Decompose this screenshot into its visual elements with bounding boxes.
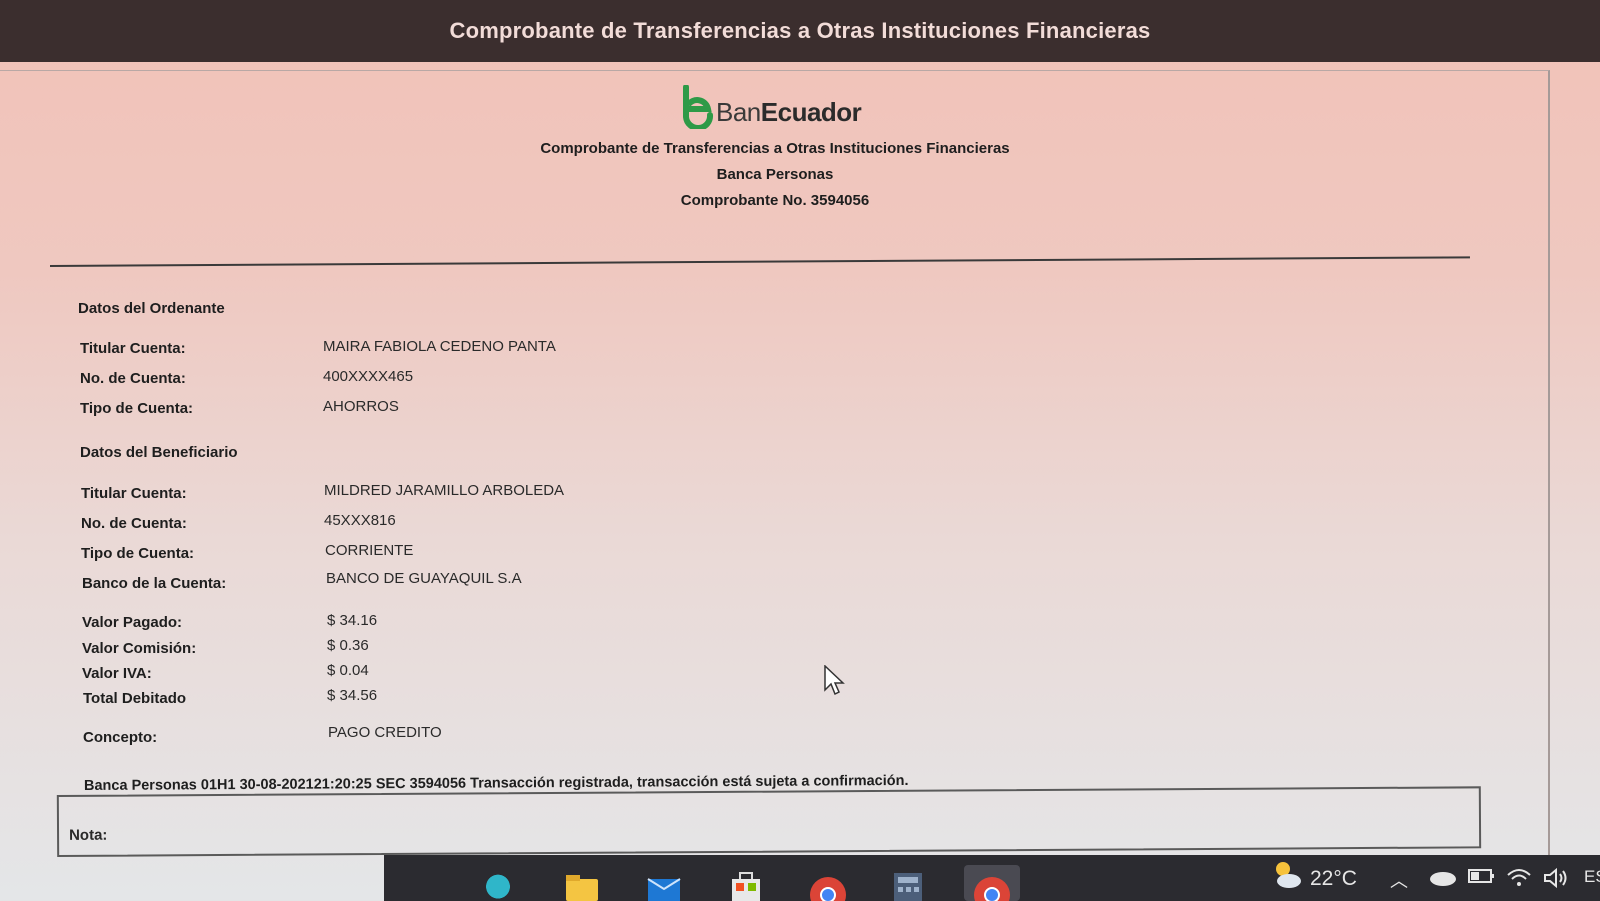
onedrive-icon[interactable] [1428, 867, 1458, 893]
valor-comision-value: $ 0.36 [327, 637, 369, 654]
beneficiario-cuenta-label: No. de Cuenta: [81, 515, 187, 532]
section-ordenante-title: Datos del Ordenante [78, 300, 225, 317]
beneficiario-banco-label: Banco de la Cuenta: [82, 575, 227, 592]
receipt-number: Comprobante No. 3594056 [680, 192, 870, 209]
mail-icon[interactable] [644, 865, 684, 901]
nota-box: Nota: [56, 786, 1482, 857]
file-explorer-icon[interactable] [562, 865, 602, 901]
banecuador-e-icon [680, 84, 714, 131]
battery-icon[interactable] [1468, 867, 1496, 891]
window-title: Comprobante de Transferencias a Otras In… [449, 18, 1151, 43]
store-icon[interactable] [726, 865, 766, 901]
concepto-label: Concepto: [83, 729, 158, 746]
ordenante-cuenta-value: 400XXXX465 [323, 368, 414, 385]
chevron-up-icon[interactable]: ︿ [1390, 867, 1408, 893]
concepto-value: PAGO CREDITO [328, 724, 442, 741]
banecuador-logo: BanEcuador [680, 84, 862, 131]
nota-label: Nota: [69, 826, 108, 844]
ordenante-titular-label: Titular Cuenta: [80, 340, 186, 357]
receipt-subtitle: Banca Personas [716, 166, 834, 183]
valor-iva-label: Valor IVA: [82, 665, 152, 682]
ordenante-tipo-value: AHORROS [323, 398, 399, 415]
ordenante-cuenta-label: No. de Cuenta: [80, 370, 186, 387]
beneficiario-cuenta-value: 45XXX816 [324, 512, 396, 529]
valor-iva-value: $ 0.04 [327, 662, 369, 679]
total-debitado-label: Total Debitado [83, 690, 187, 707]
section-beneficiario-title: Datos del Beneficiario [80, 444, 238, 461]
volume-icon[interactable] [1542, 867, 1570, 895]
beneficiario-titular-label: Titular Cuenta: [81, 485, 187, 502]
windows-taskbar: 22°C ︿ ES [384, 855, 1600, 901]
ordenante-tipo-label: Tipo de Cuenta: [80, 400, 194, 417]
beneficiario-tipo-label: Tipo de Cuenta: [81, 545, 195, 562]
chrome-icon[interactable] [808, 865, 848, 901]
logo-text: BanEcuador [716, 95, 862, 129]
logo-text-ecuador: Ecuador [760, 97, 862, 127]
valor-comision-label: Valor Comisión: [82, 640, 197, 657]
receipt-title: Comprobante de Transferencias a Otras In… [540, 140, 1010, 157]
wifi-icon[interactable] [1506, 867, 1532, 895]
beneficiario-titular-value: MILDRED JARAMILLO ARBOLEDA [324, 482, 565, 499]
edge-icon[interactable] [478, 865, 518, 901]
valor-pagado-label: Valor Pagado: [82, 614, 183, 631]
beneficiario-banco-value: BANCO DE GUAYAQUIL S.A [326, 570, 522, 587]
weather-icon[interactable] [1269, 857, 1305, 899]
ordenante-titular-value: MAIRA FABIOLA CEDENO PANTA [323, 338, 556, 355]
valor-pagado-value: $ 34.16 [327, 612, 378, 629]
language-indicator[interactable]: ES [1584, 867, 1600, 887]
chrome-active-icon[interactable] [964, 865, 1020, 901]
calculator-icon[interactable] [888, 865, 928, 901]
receipt-sheet [0, 70, 1550, 871]
mouse-cursor-icon [824, 664, 846, 702]
weather-temperature[interactable]: 22°C [1310, 867, 1357, 891]
window-title-bar: Comprobante de Transferencias a Otras In… [0, 0, 1600, 62]
beneficiario-tipo-value: CORRIENTE [325, 542, 414, 559]
total-debitado-value: $ 34.56 [327, 687, 378, 704]
logo-text-ban: Ban [716, 97, 761, 127]
